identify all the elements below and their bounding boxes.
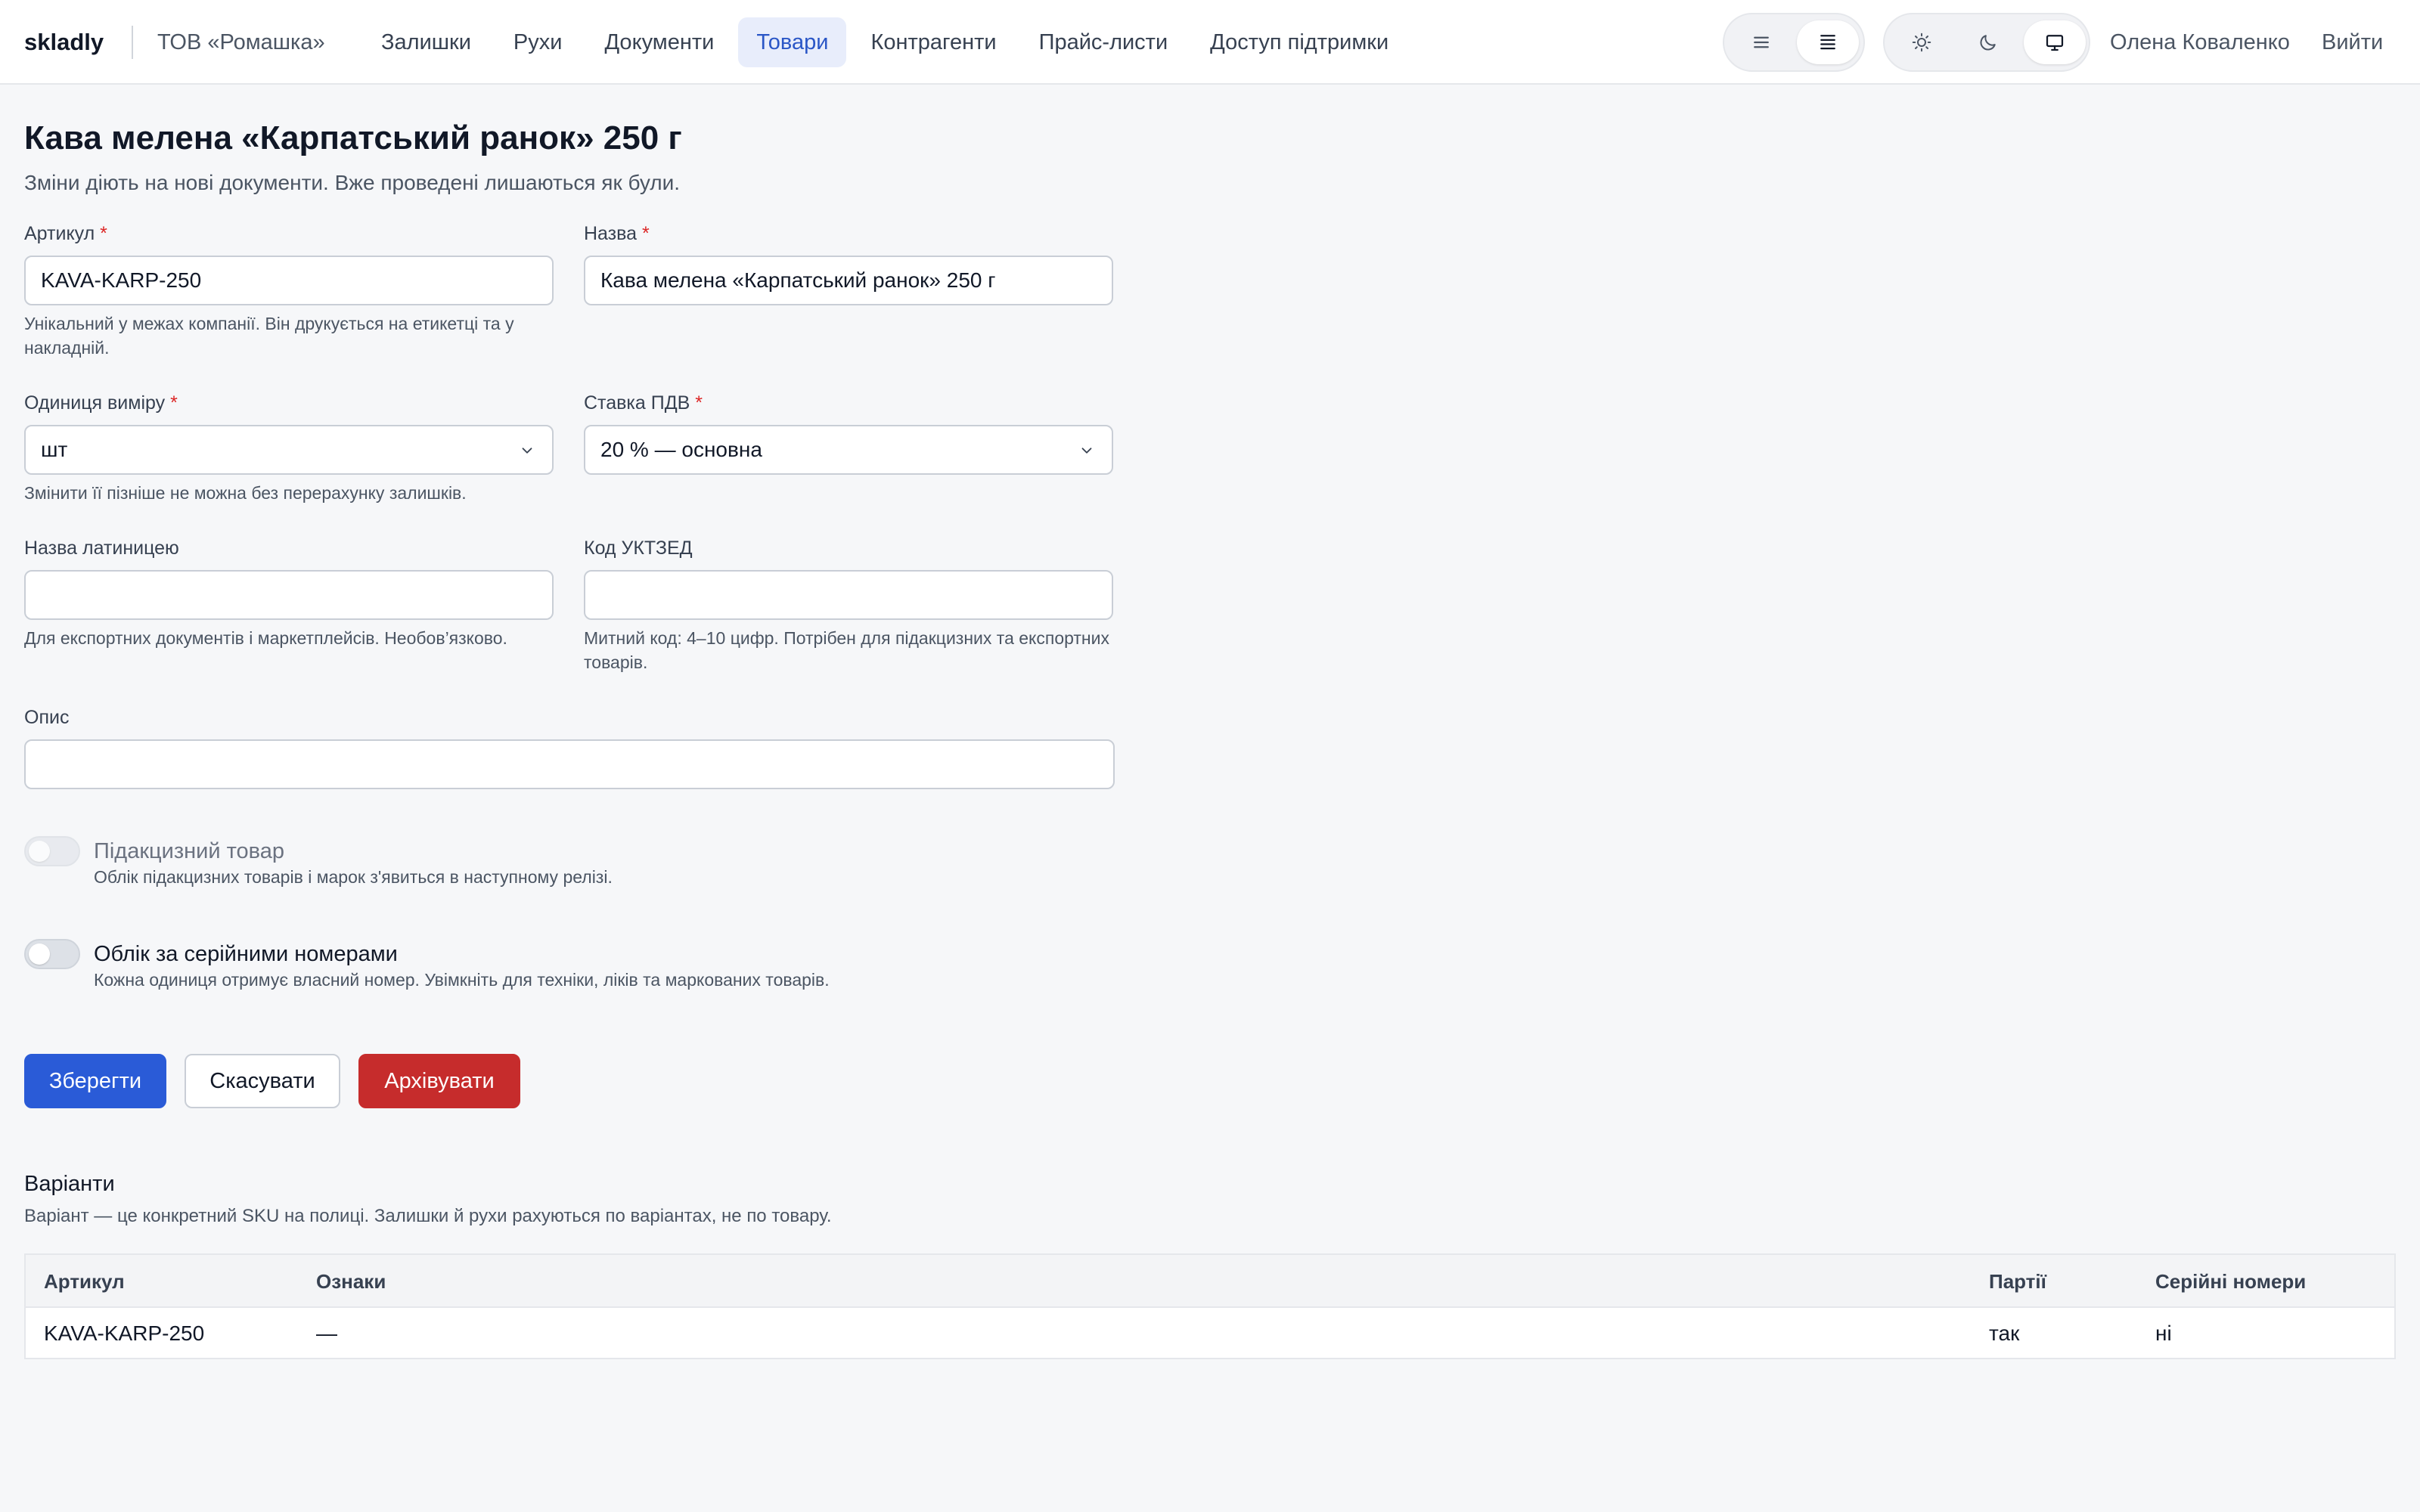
required-mark: * (695, 392, 703, 414)
density-compact-button[interactable] (1797, 20, 1859, 64)
vat-label-text: Ставка ПДВ (584, 392, 690, 414)
monitor-icon (2046, 35, 2064, 51)
app-logo[interactable]: skladly (24, 27, 104, 57)
cell-attributes: — (316, 1321, 337, 1345)
required-mark: * (100, 223, 107, 244)
archive-button[interactable]: Архівувати (358, 1054, 520, 1108)
table-row[interactable]: KAVA-KARP-250 — так ні (26, 1309, 2394, 1359)
vat-select-value: 20 % — основна (600, 438, 762, 461)
nav-item-movements[interactable]: Рухи (495, 17, 581, 67)
latin-name-input[interactable] (24, 570, 554, 620)
density-toggle (1723, 13, 1865, 72)
uktzed-help: Митний код: 4–10 цифр. Потрібен для піда… (584, 628, 1109, 672)
sku-label-text: Артикул (24, 223, 95, 244)
nav-item-stock[interactable]: Залишки (363, 17, 489, 67)
column-header-attributes[interactable]: Ознаки (316, 1255, 386, 1308)
header-divider (132, 26, 133, 59)
unit-label: Одиниця виміру * (24, 390, 178, 416)
unit-select[interactable]: шт (24, 425, 554, 475)
logout-link[interactable]: Вийти (2322, 27, 2383, 57)
description-input[interactable] (24, 739, 1115, 789)
chevron-down-icon (522, 448, 532, 454)
top-bar: skladly ТОВ «Ромашка» Залишки Рухи Докум… (0, 0, 2420, 85)
description-label: Опис (24, 707, 70, 728)
table-header: Артикул Ознаки Партії Серійні номери (26, 1255, 2394, 1308)
vat-select[interactable]: 20 % — основна (584, 425, 1113, 475)
main-nav: Залишки Рухи Документи Товари Контрагент… (363, 17, 1413, 67)
theme-toggle (1883, 13, 2090, 72)
name-label-text: Назва (584, 223, 638, 244)
latin-name-help: Для експортних документів і маркетплейсі… (24, 628, 507, 648)
required-mark: * (170, 392, 178, 414)
sku-help: Унікальний у межах компанії. Він друкуєт… (24, 314, 514, 358)
page-title: Кава мелена «Карпатський ранок» 250 г (24, 119, 682, 156)
uktzed-label: Код УКТЗЕД (584, 538, 693, 559)
column-header-batches[interactable]: Партії (1989, 1255, 2046, 1308)
cell-batches: так (1989, 1321, 2020, 1345)
vat-label: Ставка ПДВ * (584, 390, 703, 416)
page-subtitle: Зміни діють на нові документи. Вже прове… (24, 171, 681, 194)
uktzed-input[interactable] (584, 570, 1113, 620)
sku-input[interactable]: KAVA-KARP-250 (24, 256, 554, 305)
variants-subtitle: Варіант — це конкретний SKU на полиці. З… (24, 1206, 832, 1226)
excise-toggle[interactable] (24, 836, 80, 866)
excise-help: Облік підакцизних товарів і марок з'явит… (94, 867, 613, 887)
save-button[interactable]: Зберегти (24, 1054, 166, 1108)
user-name[interactable]: Олена Коваленко (2110, 27, 2290, 57)
variants-title: Варіанти (24, 1172, 115, 1196)
unit-help: Змінити її пізніше не можна без перераху… (24, 483, 467, 503)
nav-item-counterparties[interactable]: Контрагенти (852, 17, 1014, 67)
nav-item-documents[interactable]: Документи (586, 17, 732, 67)
theme-dark-button[interactable] (1957, 20, 2019, 64)
list-compact-icon (1820, 35, 1835, 50)
theme-system-button[interactable] (2024, 20, 2086, 64)
chevron-down-icon (1081, 448, 1092, 454)
serials-label: Облік за серійними номерами (94, 942, 398, 966)
unit-select-value: шт (41, 438, 68, 461)
nav-item-price-lists[interactable]: Прайс-листи (1021, 17, 1187, 67)
sku-label: Артикул * (24, 221, 107, 246)
latin-name-label: Назва латиницею (24, 538, 179, 559)
nav-item-products[interactable]: Товари (738, 17, 847, 67)
list-comfortable-icon (1754, 36, 1769, 48)
toggle-knob (29, 943, 50, 965)
cancel-button[interactable]: Скасувати (185, 1054, 340, 1108)
required-mark: * (642, 223, 650, 244)
serials-toggle[interactable] (24, 939, 80, 969)
unit-label-text: Одиниця виміру (24, 392, 166, 414)
variants-table: Артикул Ознаки Партії Серійні номери KAV… (24, 1253, 2396, 1359)
nav-item-support-access[interactable]: Доступ підтримки (1192, 17, 1407, 67)
name-label: Назва * (584, 221, 650, 246)
column-header-sku[interactable]: Артикул (44, 1255, 125, 1308)
cell-serials: ні (2155, 1321, 2172, 1345)
moon-icon (1980, 35, 1996, 51)
sun-icon (1912, 33, 1931, 52)
cell-sku: KAVA-KARP-250 (44, 1321, 205, 1345)
name-input[interactable]: Кава мелена «Карпатський ранок» 250 г (584, 256, 1113, 305)
serials-help: Кожна одиниця отримує власний номер. Уві… (94, 970, 830, 990)
theme-light-button[interactable] (1891, 20, 1953, 64)
company-name[interactable]: ТОВ «Ромашка» (157, 27, 325, 57)
column-header-serials[interactable]: Серійні номери (2155, 1255, 2306, 1308)
density-comfortable-button[interactable] (1730, 20, 1792, 64)
excise-label: Підакцизний товар (94, 839, 285, 863)
toggle-knob (29, 841, 50, 862)
